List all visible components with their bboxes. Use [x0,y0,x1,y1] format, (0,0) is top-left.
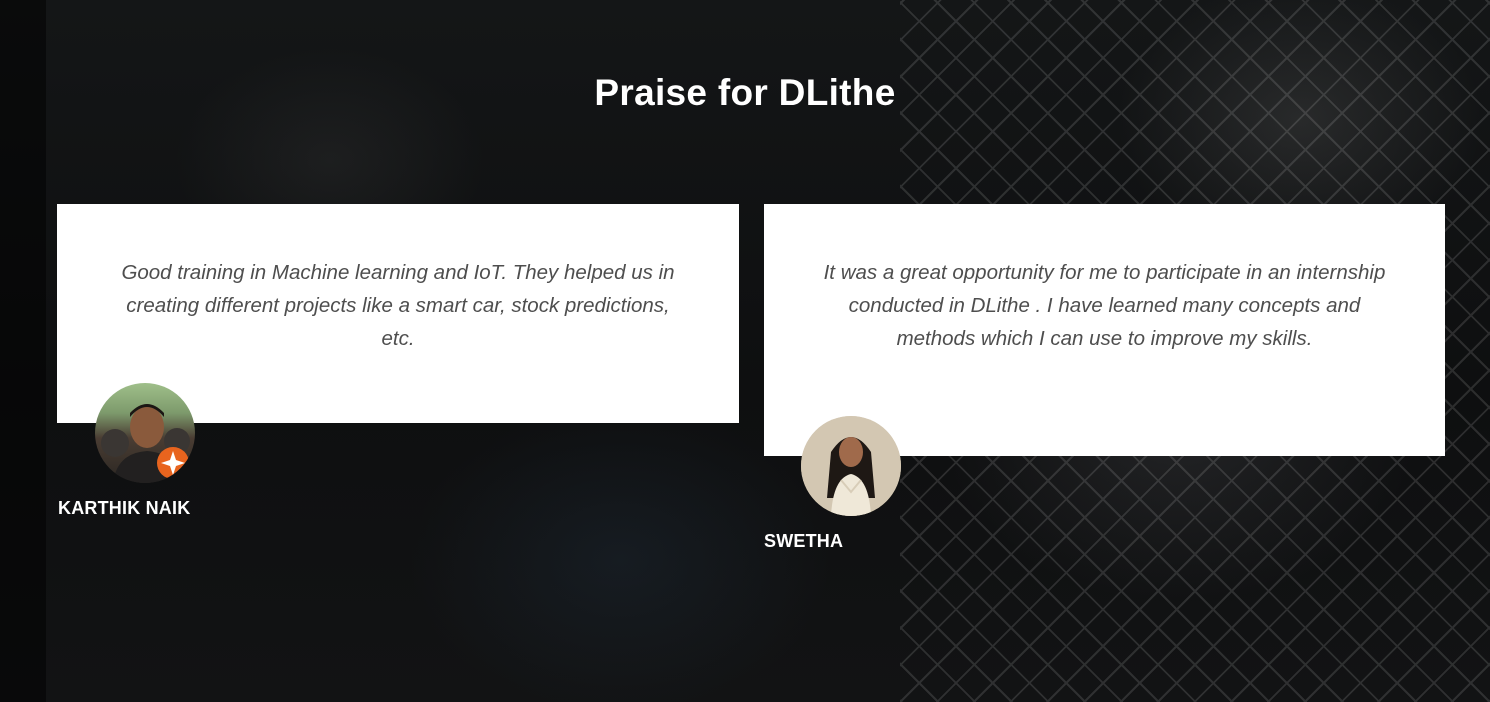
testimonial-quote: Good training in Machine learning and Io… [121,261,675,350]
section-title: Praise for DLithe [594,72,896,113]
testimonial-author: SWETHA [764,531,844,551]
testimonial-author: KARTHIK NAIK [58,498,191,518]
avatar [95,383,195,483]
testimonial-quote: It was a great opportunity for me to par… [823,261,1386,350]
avatar [801,416,901,516]
